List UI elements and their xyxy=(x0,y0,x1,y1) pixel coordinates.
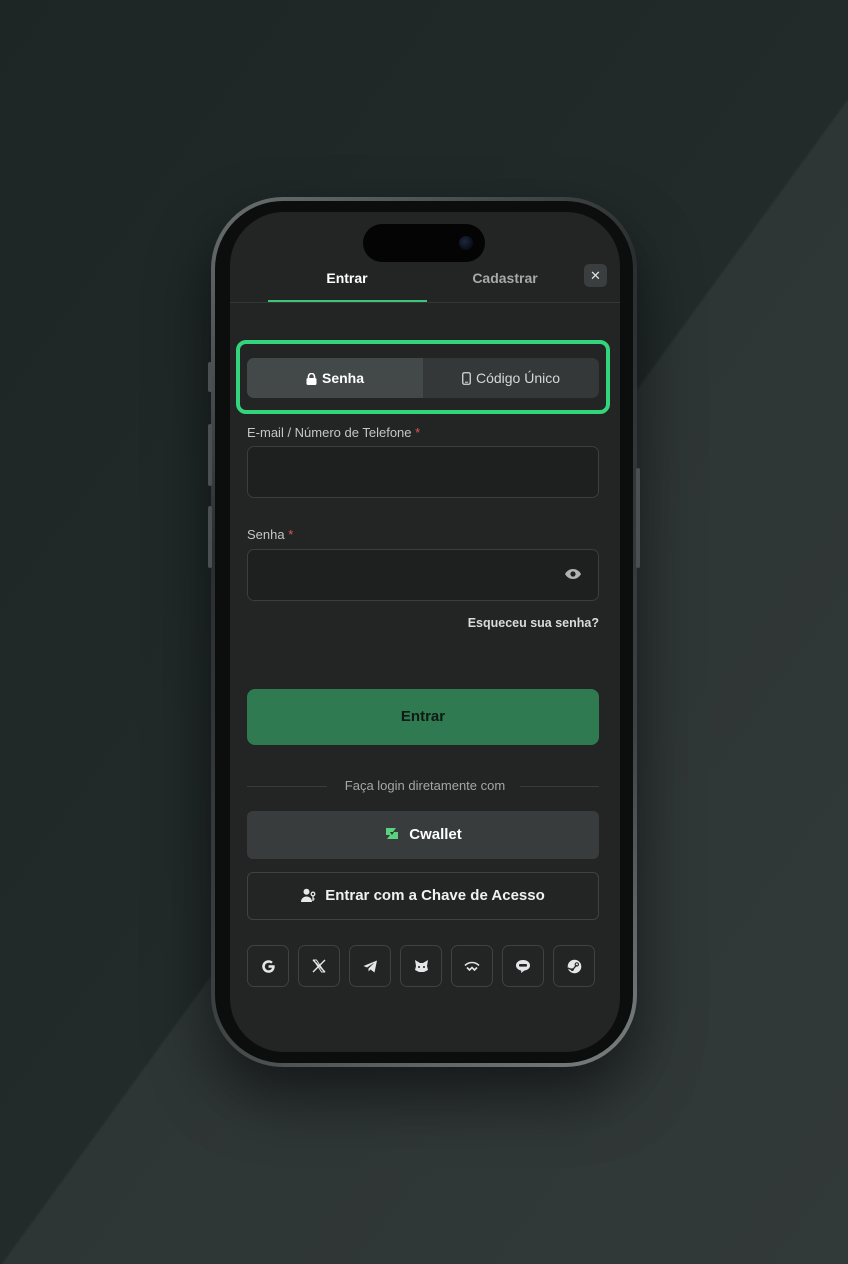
cwallet-logo-icon xyxy=(386,828,399,839)
method-password-option[interactable]: Senha xyxy=(247,358,423,398)
login-submit-button[interactable]: Entrar xyxy=(247,689,599,745)
password-field[interactable] xyxy=(247,549,599,601)
line-icon xyxy=(516,959,530,973)
tab-divider xyxy=(230,302,620,303)
passkey-label: Entrar com a Chave de Acesso xyxy=(325,887,545,904)
social-login-x[interactable] xyxy=(298,945,340,987)
phone-power-button xyxy=(636,468,640,568)
cwallet-label: Cwallet xyxy=(409,826,462,843)
password-label-text: Senha xyxy=(247,527,285,542)
email-field[interactable] xyxy=(247,446,599,498)
tab-register[interactable]: Cadastrar xyxy=(426,270,584,286)
close-button[interactable]: ✕ xyxy=(584,264,607,287)
social-login-telegram[interactable] xyxy=(349,945,391,987)
forgot-password-link[interactable]: Esqueceu sua senha? xyxy=(468,616,599,630)
alt-login-divider-text: Faça login diretamente com xyxy=(344,778,506,793)
method-otp-option[interactable]: Código Único xyxy=(423,358,599,398)
user-key-icon xyxy=(301,888,316,902)
phone-volume-up xyxy=(208,424,212,486)
email-label: E-mail / Número de Telefone * xyxy=(247,425,420,440)
x-icon xyxy=(312,959,326,973)
steam-icon xyxy=(567,959,581,973)
metamask-icon xyxy=(414,960,428,972)
method-otp-label: Código Único xyxy=(475,370,561,386)
eye-icon[interactable] xyxy=(564,568,582,580)
phone-icon xyxy=(462,372,471,385)
login-screen: Entrar Cadastrar ✕ Senha Código Único E-… xyxy=(230,212,620,1052)
phone-volume-down xyxy=(208,506,212,568)
login-method-toggle: Senha Código Único xyxy=(247,358,599,398)
lock-icon xyxy=(306,373,317,385)
required-mark: * xyxy=(288,527,294,542)
tab-login[interactable]: Entrar xyxy=(268,270,426,286)
social-login-line[interactable] xyxy=(502,945,544,987)
email-label-text: E-mail / Número de Telefone xyxy=(247,425,412,440)
close-icon: ✕ xyxy=(590,268,601,283)
phone-mute-switch xyxy=(208,362,212,392)
passkey-login-button[interactable]: Entrar com a Chave de Acesso xyxy=(247,872,599,920)
wallet-connect-icon xyxy=(464,961,480,971)
telegram-icon xyxy=(363,960,377,972)
required-mark: * xyxy=(415,425,421,440)
google-icon xyxy=(261,959,275,973)
cwallet-login-button[interactable]: Cwallet xyxy=(247,811,599,859)
social-login-steam[interactable] xyxy=(553,945,595,987)
social-login-walletconnect[interactable] xyxy=(451,945,493,987)
method-password-label: Senha xyxy=(321,370,364,386)
dynamic-island xyxy=(363,224,485,262)
social-login-google[interactable] xyxy=(247,945,289,987)
social-login-metamask[interactable] xyxy=(400,945,442,987)
password-label: Senha * xyxy=(247,527,293,542)
